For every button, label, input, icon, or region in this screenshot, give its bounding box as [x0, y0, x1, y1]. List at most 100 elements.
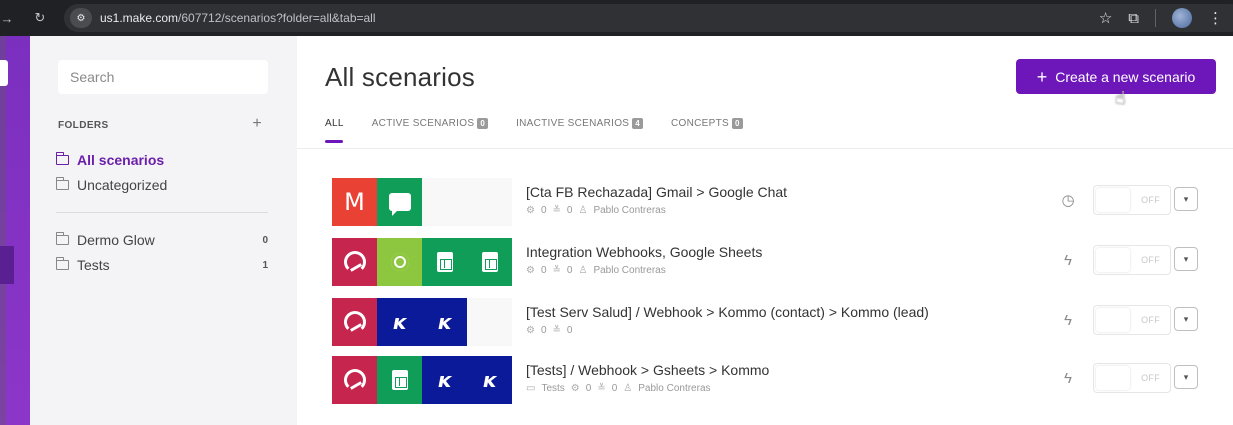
- tab-concepts[interactable]: CONCEPTS 0: [671, 118, 743, 143]
- clock-icon: ◷: [1061, 192, 1075, 209]
- toolbar-separator: [1155, 9, 1156, 27]
- scenario-info: [Test Serv Salud] / Webhook > Kommo (con…: [526, 304, 929, 336]
- url-text: us1.make.com/607712/scenarios?folder=all…: [100, 11, 376, 25]
- toggle-knob: [1096, 366, 1130, 390]
- folder-label: Uncategorized: [77, 177, 168, 193]
- scenario-name[interactable]: [Tests] / Webhook > Gsheets > Kommo: [526, 362, 769, 378]
- scenario-name[interactable]: Integration Webhooks, Google Sheets: [526, 244, 762, 260]
- instant-trigger-icon: ϟ: [1064, 311, 1072, 329]
- scenario-menu-button[interactable]: ▾: [1174, 365, 1198, 389]
- scenario-name[interactable]: [Cta FB Rechazada] Gmail > Google Chat: [526, 184, 787, 200]
- folder-icon: ▭: [526, 383, 536, 394]
- scenario-toggle[interactable]: OFF: [1093, 363, 1171, 393]
- scenario-toggle[interactable]: OFF: [1093, 245, 1171, 275]
- hand-cursor-icon: ☝: [1115, 88, 1126, 108]
- user-icon: ♙: [578, 205, 588, 216]
- scenario-info: [Tests] / Webhook > Gsheets > Kommo ▭ Tes…: [526, 362, 769, 394]
- forward-icon[interactable]: →: [0, 0, 14, 36]
- rail-edge: [0, 36, 6, 425]
- scenario-modules: [332, 238, 512, 286]
- data-transfer-icon: ≚: [552, 205, 561, 216]
- tools-gear-icon: [377, 238, 422, 286]
- toggle-state: OFF: [1141, 255, 1160, 265]
- operations-icon: ⚙: [570, 383, 580, 394]
- data-transfer-icon: ≚: [552, 265, 561, 276]
- rail-logo-tab[interactable]: [0, 60, 8, 86]
- webhooks-icon: [332, 298, 377, 346]
- folder-count: 1: [262, 259, 268, 271]
- reload-icon[interactable]: ↻: [30, 0, 50, 36]
- site-settings-icon[interactable]: ⚙: [70, 8, 92, 28]
- scenario-row[interactable]: ĸ ĸ [Tests] / Webhook > Gsheets > Kommo …: [332, 356, 1212, 404]
- data-transfer-icon: ≚: [597, 383, 606, 394]
- address-bar[interactable]: ⚙ us1.make.com/607712/scenarios?folder=a…: [64, 4, 1233, 32]
- app-nav-rail: [0, 36, 30, 425]
- webhooks-icon: [332, 238, 377, 286]
- folder-icon: [56, 177, 69, 190]
- toggle-knob: [1096, 308, 1130, 332]
- scenario-folder[interactable]: Tests: [541, 383, 564, 394]
- google-sheets-icon: [377, 356, 422, 404]
- tab-active-scenarios[interactable]: ACTIVE SCENARIOS 0: [371, 118, 489, 143]
- transfer-count: 0: [566, 205, 573, 216]
- add-folder-button[interactable]: +: [250, 115, 264, 133]
- scenario-modules: M: [332, 178, 512, 226]
- data-transfer-icon: ≚: [552, 325, 561, 336]
- extensions-icon[interactable]: ⧉: [1128, 10, 1139, 27]
- instant-trigger-icon: ϟ: [1064, 251, 1072, 269]
- tab-label: CONCEPTS: [671, 118, 729, 129]
- transfer-count: 0: [566, 325, 573, 336]
- folder-item-all-scenarios[interactable]: All scenarios: [56, 152, 268, 168]
- scenario-tabs: ALL ACTIVE SCENARIOS 0 INACTIVE SCENARIO…: [325, 118, 743, 143]
- tab-all[interactable]: ALL: [325, 118, 344, 143]
- operations-icon: ⚙: [526, 265, 535, 276]
- search-input[interactable]: Search: [58, 60, 268, 94]
- scenario-name[interactable]: [Test Serv Salud] / Webhook > Kommo (con…: [526, 304, 929, 320]
- folders-sidebar: Search FOLDERS + All scenarios Uncategor…: [30, 36, 297, 425]
- kommo-icon: ĸ: [422, 356, 467, 404]
- scenario-row[interactable]: Integration Webhooks, Google Sheets ⚙ 0 ≚…: [332, 238, 1212, 286]
- folder-item-uncategorized[interactable]: Uncategorized: [56, 177, 268, 193]
- browser-toolbar: → ↻ ⚙ us1.make.com/607712/scenarios?fold…: [0, 0, 1233, 36]
- scenario-modules: ĸ ĸ: [332, 356, 512, 404]
- rail-active-indicator: [0, 246, 14, 284]
- user-icon: ♙: [578, 265, 588, 276]
- operations-count: 0: [540, 205, 547, 216]
- toggle-knob: [1096, 248, 1130, 272]
- create-scenario-label: Create a new scenario: [1055, 68, 1196, 85]
- tabs-divider: [297, 148, 1233, 149]
- toggle-state: OFF: [1141, 195, 1160, 205]
- scenario-row[interactable]: ĸ ĸ [Test Serv Salud] / Webhook > Kommo …: [332, 298, 1212, 346]
- folders-heading: FOLDERS: [58, 120, 109, 131]
- bookmark-star-icon[interactable]: ☆: [1099, 9, 1112, 27]
- gmail-icon: M: [332, 178, 377, 226]
- placeholder-module: [467, 298, 512, 346]
- folder-label: Dermo Glow: [77, 232, 155, 248]
- scenario-info: Integration Webhooks, Google Sheets ⚙ 0 ≚…: [526, 244, 762, 276]
- url-path: /607712/scenarios?folder=all&tab=all: [178, 11, 376, 25]
- toggle-knob: [1096, 188, 1130, 212]
- folder-item-tests[interactable]: Tests 1: [56, 257, 268, 273]
- scenario-menu-button[interactable]: ▾: [1174, 247, 1198, 271]
- tab-inactive-scenarios[interactable]: INACTIVE SCENARIOS 4: [516, 118, 644, 143]
- google-sheets-icon: [422, 238, 467, 286]
- scenario-menu-button[interactable]: ▾: [1174, 307, 1198, 331]
- scenario-row[interactable]: M [Cta FB Rechazada] Gmail > Google Chat…: [332, 178, 1212, 226]
- scenario-meta: ⚙ 0 ≚ 0 ♙ Pablo Contreras: [526, 265, 762, 276]
- folder-open-icon: [56, 152, 69, 165]
- folder-icon: [56, 232, 69, 245]
- folder-item-dermo-glow[interactable]: Dermo Glow 0: [56, 232, 268, 248]
- operations-icon: ⚙: [526, 205, 535, 216]
- scenario-toggle[interactable]: OFF: [1093, 305, 1171, 335]
- scenario-toggle[interactable]: OFF: [1093, 185, 1171, 215]
- scenario-menu-button[interactable]: ▾: [1174, 187, 1198, 211]
- operations-icon: ⚙: [526, 325, 535, 336]
- transfer-count: 0: [566, 265, 573, 276]
- scenario-modules: ĸ ĸ: [332, 298, 512, 346]
- profile-avatar[interactable]: [1172, 8, 1192, 28]
- browser-menu-icon[interactable]: ⋮: [1208, 9, 1223, 27]
- kommo-icon: ĸ: [467, 356, 512, 404]
- tab-label: ACTIVE SCENARIOS: [371, 118, 475, 129]
- scenario-owner: Pablo Contreras: [593, 205, 666, 216]
- folder-count: 0: [262, 234, 268, 246]
